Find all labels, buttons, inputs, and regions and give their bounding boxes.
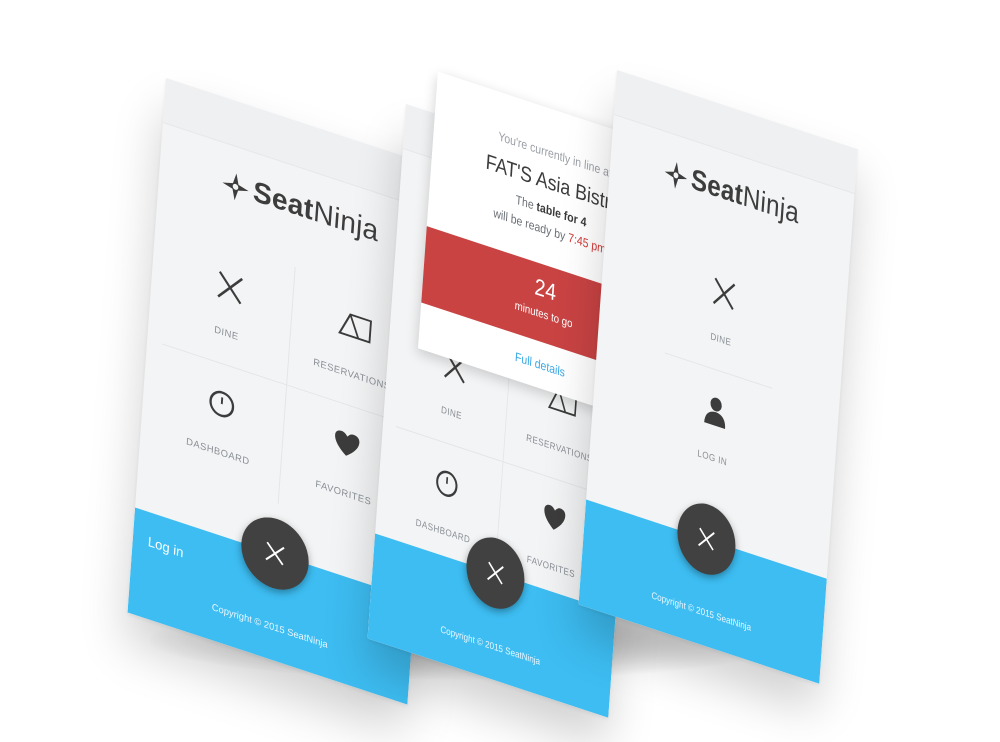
login-link[interactable]: Log in — [147, 533, 184, 560]
heart-icon — [335, 430, 360, 456]
menu-label-dine: DINE — [709, 331, 732, 349]
ninja-star-icon — [222, 173, 249, 201]
fork-knife-icon — [712, 277, 736, 310]
heart-icon — [544, 504, 566, 530]
clock-icon — [435, 470, 458, 497]
fork-knife-icon — [216, 270, 243, 305]
clock-icon — [208, 390, 234, 418]
menu-label-login: LOG IN — [697, 448, 728, 469]
table-prefix: The — [515, 192, 535, 213]
ninja-star-icon — [664, 162, 687, 189]
logo-seat: Seat — [251, 175, 315, 227]
user-icon — [704, 397, 726, 429]
menu-label-dashboard: DASHBOARD — [185, 436, 250, 468]
logo-ninja: Ninja — [312, 195, 380, 249]
close-icon — [698, 527, 715, 551]
close-icon — [487, 561, 504, 585]
logo-ninja: Ninja — [741, 180, 801, 231]
menu-grid: DINE LOG IN — [602, 217, 834, 524]
logo-seat: Seat — [689, 163, 745, 212]
phone-screen-guest: SeatNinja DINE LOG IN Copyright © 2015 S… — [578, 70, 858, 684]
close-icon — [265, 541, 285, 566]
tent-card-icon — [338, 313, 372, 344]
